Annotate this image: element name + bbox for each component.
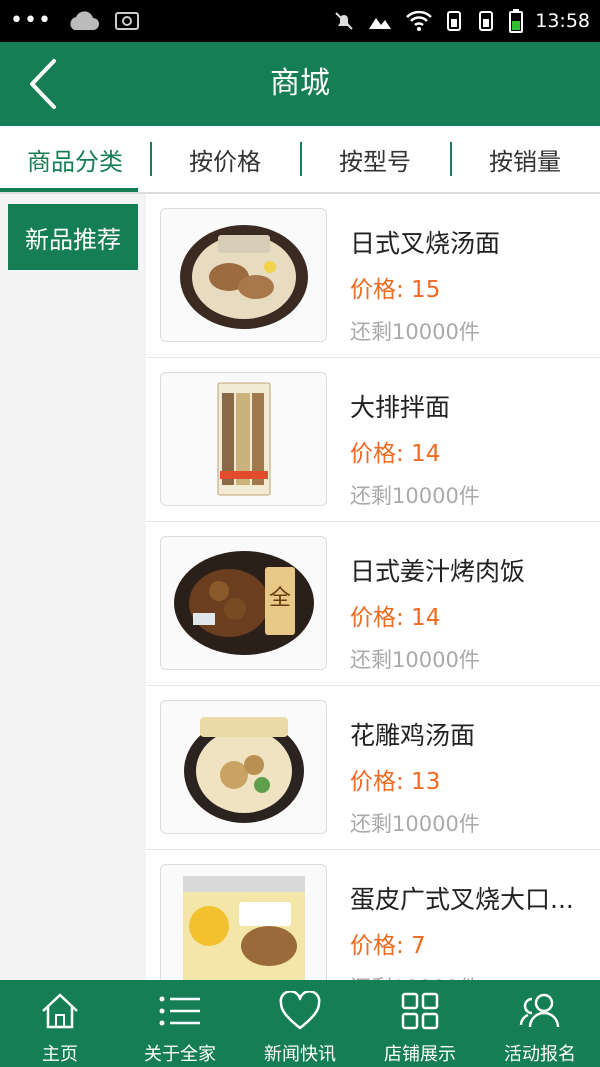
category-sidebar: 新品推荐 bbox=[0, 194, 146, 980]
product-stock: 还剩10000件 bbox=[350, 484, 480, 508]
tab-sales[interactable]: 按销量 bbox=[450, 126, 600, 192]
list-icon bbox=[158, 988, 202, 1034]
mute-icon bbox=[333, 10, 355, 32]
product-price: 价格: 7 bbox=[350, 933, 426, 959]
photo-icon bbox=[367, 10, 393, 32]
product-name: 蛋皮广式叉烧大口... bbox=[350, 885, 574, 914]
product-stock: 还剩10000件 bbox=[350, 812, 480, 836]
bottom-nav: 主页 关于全家 新闻快讯 店铺展示 活动报名 bbox=[0, 980, 600, 1067]
wifi-icon bbox=[405, 10, 433, 32]
product-name: 花雕鸡汤面 bbox=[350, 721, 476, 750]
tab-price[interactable]: 按价格 bbox=[150, 126, 300, 192]
sim1-signal-icon bbox=[445, 10, 465, 32]
product-price: 价格: 15 bbox=[350, 277, 441, 303]
product-row[interactable]: 日式叉烧汤面 价格: 15 还剩10000件 bbox=[146, 194, 600, 358]
nav-about[interactable]: 关于全家 bbox=[120, 980, 240, 1067]
product-image[interactable] bbox=[160, 208, 327, 342]
screenshot-icon bbox=[114, 10, 140, 32]
nav-events[interactable]: 活动报名 bbox=[480, 980, 600, 1067]
app-header: 商城 bbox=[0, 42, 600, 126]
product-name: 大排拌面 bbox=[350, 393, 451, 422]
product-image[interactable] bbox=[160, 864, 327, 980]
product-row[interactable]: 花雕鸡汤面 价格: 13 还剩10000件 bbox=[146, 686, 600, 850]
nav-home-label: 主页 bbox=[42, 1044, 78, 1065]
product-stock: 还剩10000件 bbox=[350, 320, 480, 344]
status-time: 13:58 bbox=[535, 10, 590, 32]
product-stock: 还剩10000件 bbox=[350, 972, 480, 980]
product-price: 价格: 14 bbox=[350, 441, 441, 467]
sidebar-item-new-recommend[interactable]: 新品推荐 bbox=[8, 204, 138, 270]
nav-news[interactable]: 新闻快讯 bbox=[240, 980, 360, 1067]
product-image[interactable] bbox=[160, 700, 327, 834]
product-image[interactable] bbox=[160, 372, 327, 506]
nav-home[interactable]: 主页 bbox=[0, 980, 120, 1067]
page-title: 商城 bbox=[270, 66, 330, 101]
tab-category[interactable]: 商品分类 bbox=[0, 126, 150, 192]
sort-tabs: 商品分类 按价格 按型号 按销量 bbox=[0, 126, 600, 192]
battery-icon bbox=[509, 9, 524, 33]
status-bar: ••• 13:58 bbox=[0, 0, 600, 42]
product-price: 价格: 14 bbox=[350, 605, 441, 631]
cloud-icon bbox=[66, 10, 100, 32]
product-name: 日式姜汁烤肉饭 bbox=[350, 557, 526, 586]
grid-icon bbox=[400, 988, 440, 1034]
product-list[interactable]: 日式叉烧汤面 价格: 15 还剩10000件 大排拌面 价格: 14 还剩100… bbox=[146, 194, 600, 980]
nav-stores-label: 店铺展示 bbox=[384, 1044, 456, 1065]
home-icon bbox=[39, 988, 81, 1034]
product-row[interactable]: 全 日式姜汁烤肉饭 价格: 14 还剩10000件 bbox=[146, 522, 600, 686]
sim2-signal-icon bbox=[477, 10, 497, 32]
tab-model[interactable]: 按型号 bbox=[300, 126, 450, 192]
heart-icon bbox=[278, 988, 322, 1034]
product-stock: 还剩10000件 bbox=[350, 648, 480, 672]
product-price: 价格: 13 bbox=[350, 769, 441, 795]
nav-stores[interactable]: 店铺展示 bbox=[360, 980, 480, 1067]
svg-text:全: 全 bbox=[268, 586, 290, 611]
nav-news-label: 新闻快讯 bbox=[264, 1044, 336, 1065]
nav-about-label: 关于全家 bbox=[144, 1044, 216, 1065]
product-image[interactable]: 全 bbox=[160, 536, 327, 670]
product-name: 日式叉烧汤面 bbox=[350, 229, 501, 258]
product-row[interactable]: 大排拌面 价格: 14 还剩10000件 bbox=[146, 358, 600, 522]
more-dots-icon: ••• bbox=[10, 8, 52, 33]
users-icon bbox=[518, 988, 562, 1034]
nav-events-label: 活动报名 bbox=[504, 1044, 576, 1065]
product-row[interactable]: 蛋皮广式叉烧大口... 价格: 7 还剩10000件 bbox=[146, 850, 600, 980]
